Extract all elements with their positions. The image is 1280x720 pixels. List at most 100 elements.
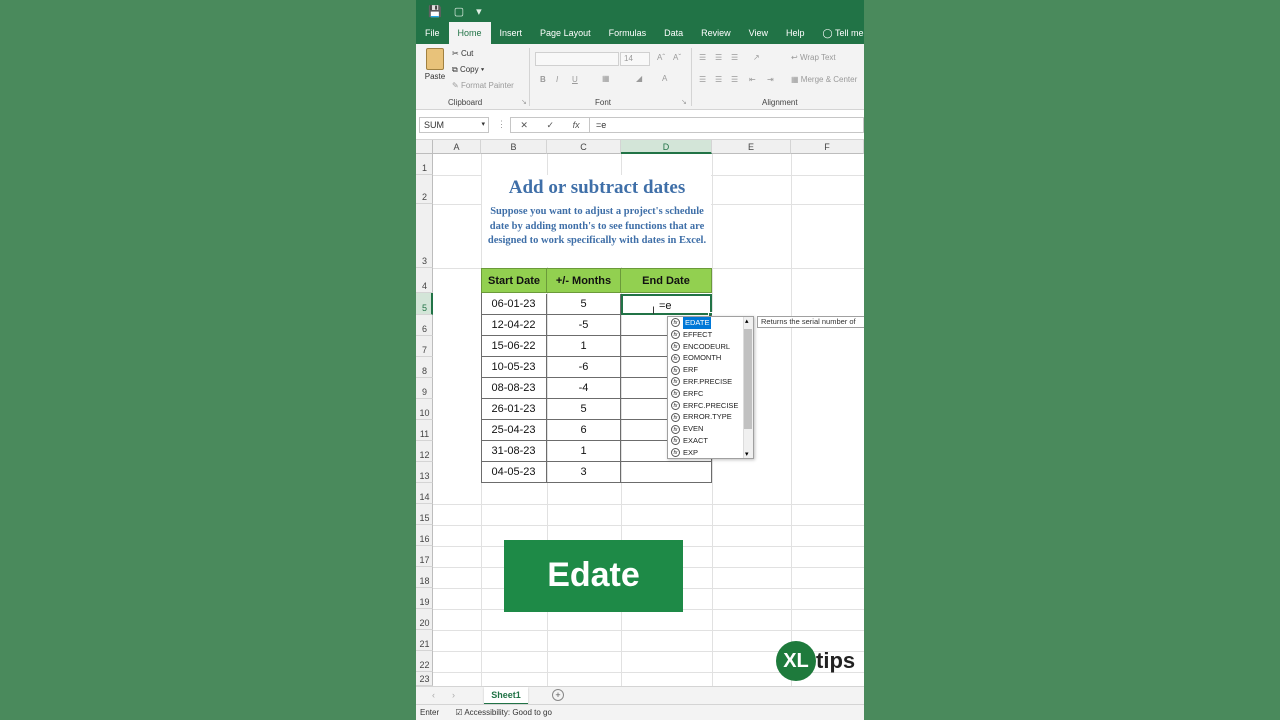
row-header-3[interactable]: 3 bbox=[416, 204, 433, 268]
row-header-12[interactable]: 12 bbox=[416, 441, 433, 462]
font-size-select[interactable]: 14 bbox=[620, 52, 650, 66]
column-header-f[interactable]: F bbox=[791, 140, 864, 154]
row-header-15[interactable]: 15 bbox=[416, 504, 433, 525]
align-right-icon[interactable]: ☰ bbox=[731, 75, 738, 84]
font-name-select[interactable] bbox=[535, 52, 619, 66]
row-header-13[interactable]: 13 bbox=[416, 462, 433, 483]
orientation-icon[interactable]: ↗ bbox=[753, 53, 760, 62]
table-cell[interactable]: -6 bbox=[547, 357, 621, 378]
dialog-launcher-icon[interactable]: ↘ bbox=[681, 98, 687, 106]
cut-button[interactable]: ✂ Cut bbox=[452, 49, 473, 58]
function-autocomplete-list[interactable]: fx EDATE fx EFFECT fx ENCODEURL fx EOMONTH f… bbox=[667, 316, 754, 459]
tab-data[interactable]: Data bbox=[655, 22, 692, 44]
wrap-text-button[interactable]: ↩ Wrap Text bbox=[791, 53, 836, 62]
autocomplete-item[interactable]: fx EOMONTH bbox=[668, 352, 753, 364]
tab-help[interactable]: Help bbox=[777, 22, 814, 44]
autocomplete-item[interactable]: fx ERF bbox=[668, 364, 753, 376]
column-header-a[interactable]: A bbox=[433, 140, 481, 154]
table-cell[interactable]: -5 bbox=[547, 315, 621, 336]
table-cell[interactable]: 5 bbox=[547, 399, 621, 420]
chevron-left-icon[interactable]: ‹ bbox=[432, 690, 435, 700]
save-icon[interactable]: 💾 bbox=[428, 5, 442, 18]
table-cell[interactable]: 12-04-22 bbox=[481, 315, 547, 336]
tab-file[interactable]: File bbox=[416, 22, 449, 44]
table-cell[interactable]: -4 bbox=[547, 378, 621, 399]
header-months[interactable]: +/- Months bbox=[546, 268, 621, 293]
add-sheet-icon[interactable]: + bbox=[552, 689, 564, 701]
increase-indent-icon[interactable]: ⇥ bbox=[767, 75, 774, 84]
align-top-icon[interactable]: ☰ bbox=[699, 53, 706, 62]
italic-button[interactable]: I bbox=[556, 75, 558, 84]
check-icon[interactable]: ✓ bbox=[546, 120, 554, 131]
tell-me-search[interactable]: ◯ Tell me v bbox=[814, 22, 864, 44]
table-cell[interactable]: 6 bbox=[547, 420, 621, 441]
tab-review[interactable]: Review bbox=[692, 22, 740, 44]
row-header-6[interactable]: 6 bbox=[416, 315, 433, 336]
formula-input[interactable]: =e bbox=[590, 117, 864, 133]
table-cell[interactable]: 06-01-23 bbox=[481, 294, 547, 315]
autocomplete-item-edate[interactable]: fx EDATE bbox=[668, 317, 753, 329]
paste-button[interactable]: Paste bbox=[422, 48, 448, 81]
table-cell[interactable] bbox=[621, 462, 712, 483]
header-end-date[interactable]: End Date bbox=[620, 268, 712, 293]
align-center-icon[interactable]: ☰ bbox=[715, 75, 722, 84]
table-cell[interactable]: 3 bbox=[547, 462, 621, 483]
column-header-e[interactable]: E bbox=[712, 140, 791, 154]
dialog-launcher-icon[interactable]: ↘ bbox=[521, 98, 527, 106]
tab-formulas[interactable]: Formulas bbox=[600, 22, 656, 44]
row-header-4[interactable]: 4 bbox=[416, 268, 433, 293]
autocomplete-item[interactable]: fx EXACT bbox=[668, 435, 753, 447]
accessibility-status[interactable]: Accessibility: Good to go bbox=[464, 708, 552, 717]
autocomplete-item[interactable]: fx ERROR.TYPE bbox=[668, 411, 753, 423]
autosave-icon[interactable]: ▢ bbox=[454, 5, 464, 18]
table-cell[interactable]: 10-05-23 bbox=[481, 357, 547, 378]
table-cell[interactable]: 1 bbox=[547, 336, 621, 357]
row-header-1[interactable]: 1 bbox=[416, 154, 433, 175]
autocomplete-item[interactable]: fx ENCODEURL bbox=[668, 341, 753, 353]
row-header-19[interactable]: 19 bbox=[416, 588, 433, 609]
tab-home[interactable]: Home bbox=[448, 22, 491, 44]
column-header-b[interactable]: B bbox=[481, 140, 547, 154]
table-cell[interactable]: 04-05-23 bbox=[481, 462, 547, 483]
name-box[interactable]: SUM ▾ bbox=[419, 117, 489, 133]
row-header-5[interactable]: 5 bbox=[416, 293, 433, 315]
align-middle-icon[interactable]: ☰ bbox=[715, 53, 722, 62]
fill-color-icon[interactable]: ◢ bbox=[636, 74, 642, 83]
autocomplete-item[interactable]: fx ERF.PRECISE bbox=[668, 376, 753, 388]
tab-view[interactable]: View bbox=[740, 22, 777, 44]
table-cell[interactable]: 26-01-23 bbox=[481, 399, 547, 420]
row-header-11[interactable]: 11 bbox=[416, 420, 433, 441]
select-all-corner[interactable] bbox=[416, 140, 433, 154]
row-header-17[interactable]: 17 bbox=[416, 546, 433, 567]
table-cell[interactable]: 08-08-23 bbox=[481, 378, 547, 399]
row-header-7[interactable]: 7 bbox=[416, 336, 433, 357]
autocomplete-item[interactable]: fx ERFC.PRECISE bbox=[668, 400, 753, 412]
more-options-icon[interactable]: ⋮ bbox=[497, 119, 506, 130]
tab-page-layout[interactable]: Page Layout bbox=[531, 22, 600, 44]
underline-button[interactable]: U bbox=[572, 75, 578, 84]
autocomplete-item[interactable]: fx ERFC bbox=[668, 388, 753, 400]
autocomplete-item[interactable]: fx EFFECT bbox=[668, 329, 753, 341]
font-color-icon[interactable]: A bbox=[662, 74, 667, 83]
row-header-16[interactable]: 16 bbox=[416, 525, 433, 546]
row-header-2[interactable]: 2 bbox=[416, 175, 433, 204]
row-header-10[interactable]: 10 bbox=[416, 399, 433, 420]
tab-insert[interactable]: Insert bbox=[491, 22, 532, 44]
insert-function-icon[interactable]: fx bbox=[573, 120, 580, 130]
accessibility-icon[interactable]: ☑ bbox=[455, 708, 462, 717]
decrease-indent-icon[interactable]: ⇤ bbox=[749, 75, 756, 84]
format-painter-button[interactable]: ✎ Format Painter bbox=[452, 81, 514, 90]
align-bottom-icon[interactable]: ☰ bbox=[731, 53, 738, 62]
autocomplete-item[interactable]: fx EXP bbox=[668, 447, 753, 459]
autocomplete-item[interactable]: fx EVEN bbox=[668, 423, 753, 435]
bold-button[interactable]: B bbox=[540, 75, 546, 84]
row-header-20[interactable]: 20 bbox=[416, 609, 433, 630]
column-header-c[interactable]: C bbox=[547, 140, 621, 154]
table-cell[interactable]: 15-06-22 bbox=[481, 336, 547, 357]
autocomplete-scrollbar[interactable]: ▴ ▾ bbox=[743, 317, 753, 458]
row-header-14[interactable]: 14 bbox=[416, 483, 433, 504]
customize-icon[interactable]: ▾ bbox=[476, 5, 482, 18]
grow-font-icon[interactable]: Aˆ bbox=[657, 53, 665, 62]
borders-icon[interactable]: ▦ bbox=[602, 74, 610, 83]
row-header-9[interactable]: 9 bbox=[416, 378, 433, 399]
